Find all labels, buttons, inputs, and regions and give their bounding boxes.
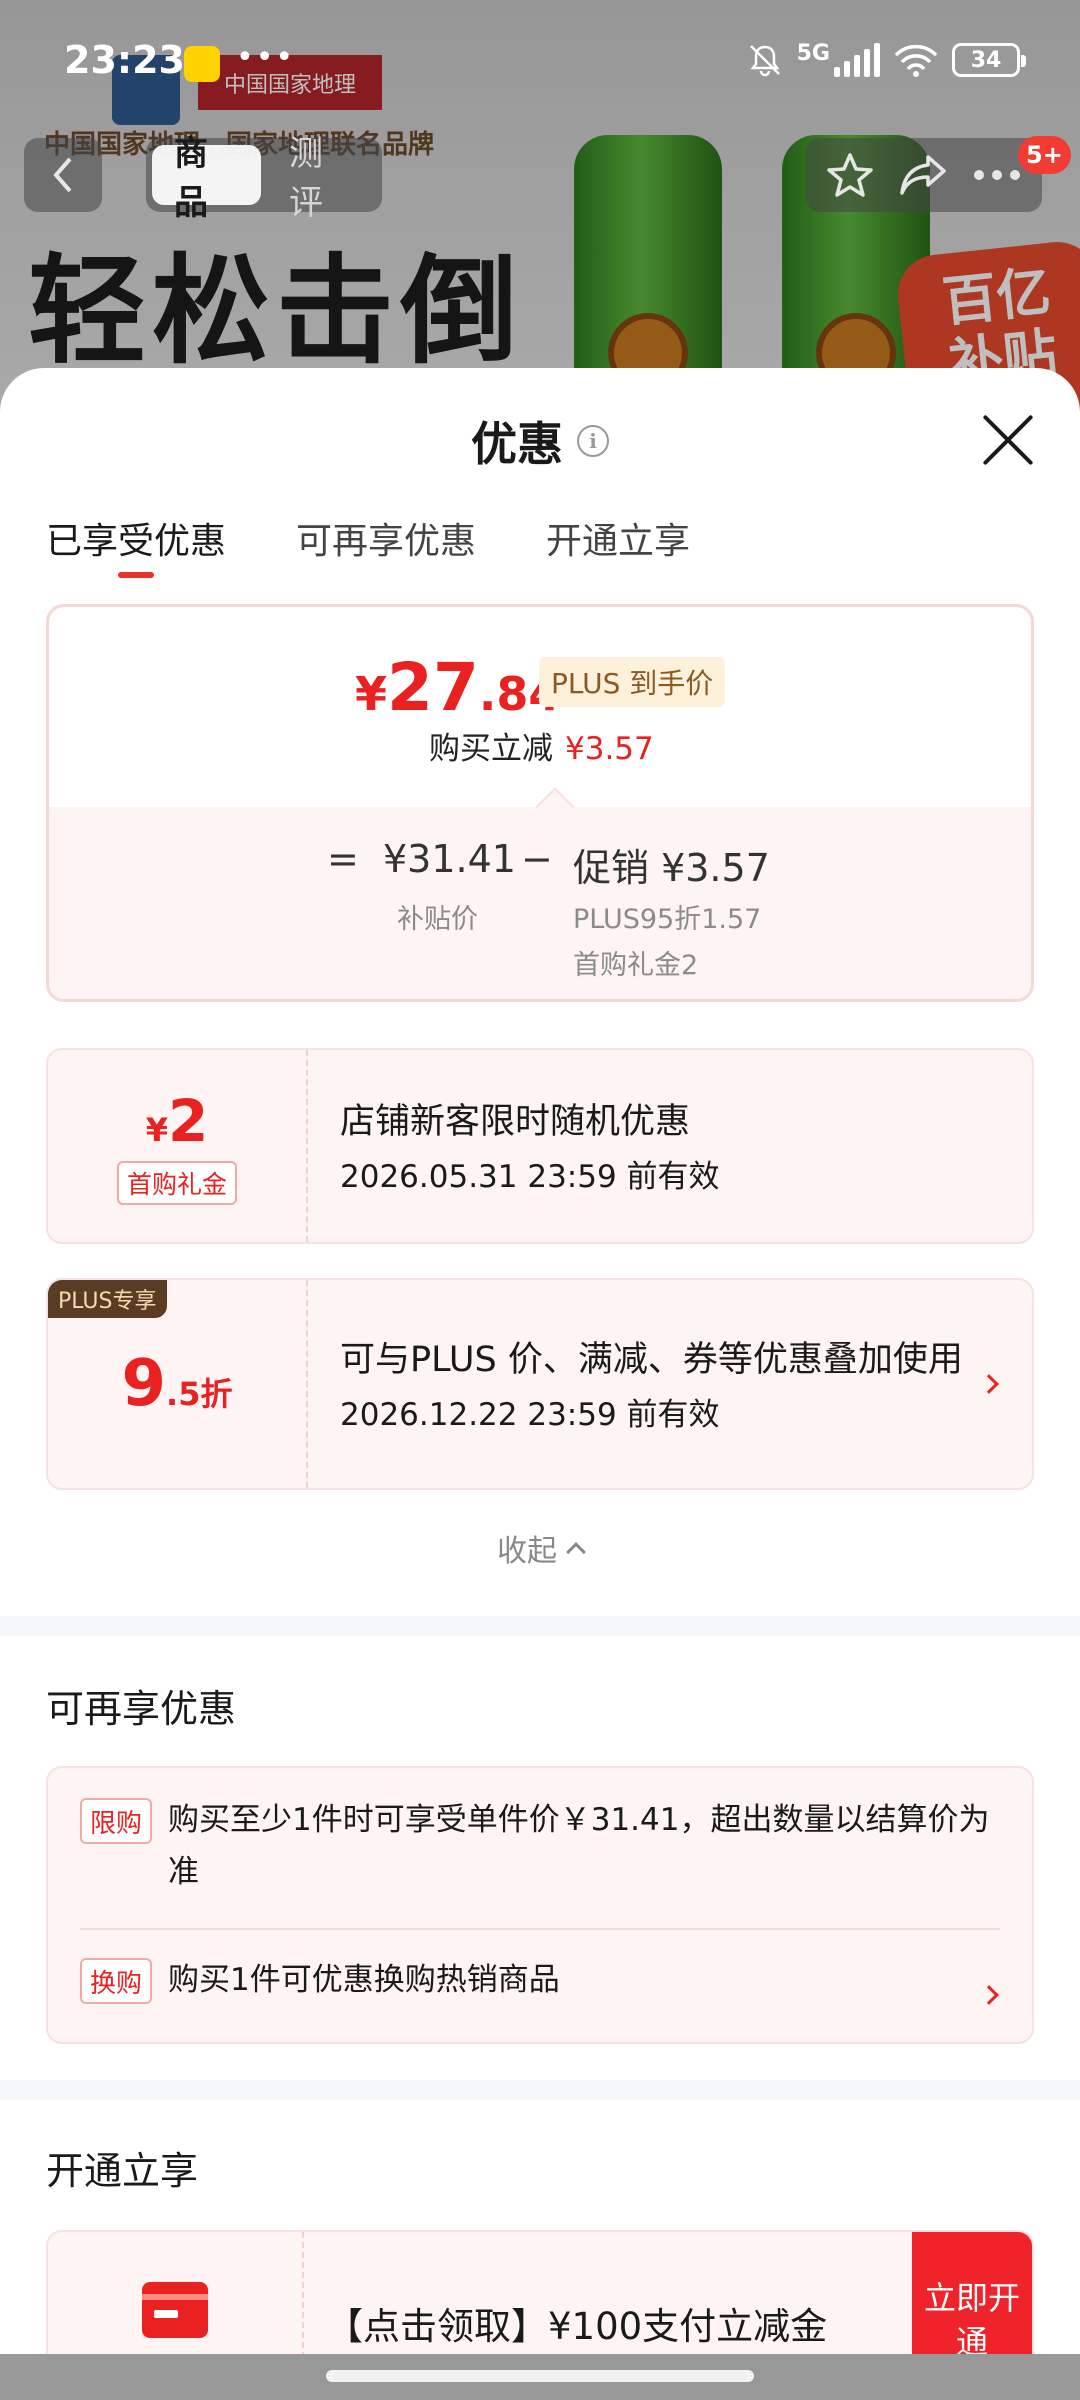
offer-text-limit: 购买至少1件时可享受单件价￥31.41，超出数量以结算价为准 <box>168 1802 990 1890</box>
row-divider <box>80 1928 1000 1930</box>
mute-bell-icon <box>749 45 780 77</box>
coupon-currency: ¥ <box>145 1111 168 1149</box>
tab-more-available[interactable]: 可再享优惠 <box>296 512 476 564</box>
instant-discount: 购买立减 ¥3.57 <box>429 723 654 768</box>
coupon-discount-suffix: .5折 <box>166 1375 233 1413</box>
coupon-title: 店铺新客限时随机优惠 <box>340 1101 691 1142</box>
close-icon[interactable] <box>980 412 1036 468</box>
offer-row-exchange[interactable]: 换购 购买1件可优惠换购热销商品 <box>80 1958 992 2006</box>
collapse-toggle[interactable]: 收起 <box>0 1526 1080 1570</box>
sheet-title: 优惠 <box>471 417 563 471</box>
network-type: 5G <box>796 40 830 66</box>
final-price: ¥27.84 <box>355 649 560 726</box>
more-notifications-icon: ••• <box>236 40 296 75</box>
section-divider <box>0 1616 1080 1636</box>
more-offers-card: 限购 购买至少1件时可享受单件价￥31.41，超出数量以结算价为准 换购 购买1… <box>46 1766 1034 2044</box>
section-title-more: 可再享优惠 <box>46 1687 237 1731</box>
coupon-expiry: 2026.05.31 23:59 前有效 <box>340 1158 720 1195</box>
chevron-up-icon <box>566 1542 586 1562</box>
sheet-header: 优惠 i <box>0 408 1080 474</box>
price-breakdown: = ¥31.41 补贴价 − 促销 ¥3.57 PLUS95折1.57 首购礼金… <box>49 807 1031 999</box>
nav-actions <box>806 138 1042 212</box>
coupon-amount: ¥2 <box>146 1087 209 1155</box>
subsidy-price-label: 补贴价 <box>397 904 478 935</box>
section-divider <box>0 2080 1080 2100</box>
minus-sign: − <box>521 837 553 881</box>
home-indicator[interactable] <box>326 2370 754 2382</box>
offer-tag-exchange: 换购 <box>80 1958 153 2004</box>
equals-sign: = <box>327 837 359 881</box>
credit-card-icon <box>142 2282 208 2338</box>
coupon-plus-discount[interactable]: PLUS专享 9.5折 可与PLUS 价、满减、券等优惠叠加使用 2026.12… <box>46 1278 1034 1490</box>
star-icon[interactable] <box>826 151 874 199</box>
sheet-tabs: 已享受优惠 可再享优惠 开通立享 <box>46 512 690 578</box>
coupon-first-buy: ¥2 首购礼金 店铺新客限时随机优惠 2026.05.31 23:59 前有效 <box>46 1048 1034 1244</box>
final-price-currency: ¥ <box>355 667 388 721</box>
offer-tag-limit: 限购 <box>80 1798 153 1844</box>
instant-discount-label: 购买立减 <box>429 731 553 767</box>
voucher-text: 【点击领取】¥100支付立减金 <box>326 2305 828 2348</box>
app-notification-icon <box>184 46 220 82</box>
open-now-label: 立即开通 <box>923 2279 1020 2361</box>
offer-text-exchange: 购买1件可优惠换购热销商品 <box>168 1962 560 1998</box>
section-title-open: 开通立享 <box>46 2149 199 2193</box>
signal-icon <box>834 43 880 77</box>
message-count-badge: 5+ <box>1018 136 1071 174</box>
collapse-label: 收起 <box>497 1534 557 1569</box>
info-icon[interactable]: i <box>577 425 609 457</box>
status-bar: 23:23 ••• 5G 34 <box>0 0 1080 120</box>
tab-enjoyed[interactable]: 已享受优惠 <box>46 512 226 578</box>
coupon-expiry: 2026.12.22 23:59 前有效 <box>340 1396 720 1433</box>
tab-product[interactable]: 商品 <box>152 134 261 223</box>
price-summary-card: ¥27.84 PLUS 到手价 购买立减 ¥3.57 = ¥31.41 补贴价 −… <box>46 604 1034 1002</box>
product-nav-tabs: 商品 测评 <box>146 134 382 223</box>
coupon-discount-integer: 9 <box>121 1347 167 1421</box>
gesture-bar <box>0 2354 1080 2400</box>
subsidy-price: ¥31.41 <box>383 837 516 881</box>
promo-detail-first-buy: 首购礼金2 <box>573 950 699 981</box>
share-icon[interactable] <box>898 153 948 197</box>
coupon-tag: 首购礼金 <box>116 1161 237 1205</box>
coupon-title: 可与PLUS 价、满减、券等优惠叠加使用 <box>340 1339 963 1380</box>
coupon-discount-rate: 9.5折 <box>122 1347 233 1421</box>
back-button[interactable] <box>24 138 102 212</box>
promo-total: 促销 ¥3.57 <box>573 846 770 890</box>
discount-sheet: 优惠 i 已享受优惠 可再享优惠 开通立享 ¥27.84 PLUS 到手价 购买… <box>0 368 1080 2400</box>
final-price-integer: 27 <box>387 649 479 726</box>
promo-detail-plus: PLUS95折1.57 <box>573 904 762 935</box>
chevron-left-icon <box>53 157 72 193</box>
status-time: 23:23 <box>64 38 185 82</box>
battery-level: 34 <box>970 47 1002 73</box>
tab-review[interactable]: 测评 <box>267 134 376 223</box>
offer-row-limit: 限购 购买至少1件时可享受单件价￥31.41，超出数量以结算价为准 <box>80 1798 992 1898</box>
instant-discount-value: ¥3.57 <box>565 731 654 767</box>
coupon-amount-value: 2 <box>167 1087 209 1155</box>
battery-icon: 34 <box>952 43 1026 77</box>
chevron-right-icon <box>979 1374 999 1394</box>
more-icon[interactable] <box>972 168 1022 182</box>
plus-price-tag: PLUS 到手价 <box>539 657 726 707</box>
tab-open-now[interactable]: 开通立享 <box>546 512 690 564</box>
wifi-icon <box>894 44 938 77</box>
